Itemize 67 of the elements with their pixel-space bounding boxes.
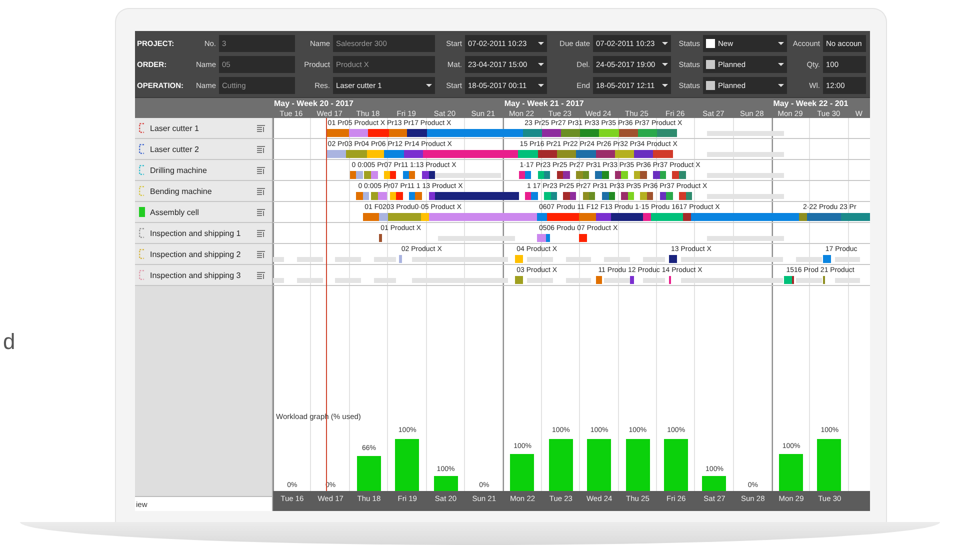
task-bar[interactable] [589,192,596,200]
task-bar[interactable] [378,234,382,242]
caret-icon [538,62,544,66]
caret-icon [778,84,784,86]
caret-icon [662,62,668,66]
task-bar[interactable] [784,276,792,284]
resource-name: Bending machine [150,186,213,196]
resource-row[interactable]: Assembly cell [135,202,272,223]
task-bar[interactable] [538,150,557,158]
resource-row[interactable]: Inspection and shipping 3 [135,265,272,286]
task-bar[interactable] [640,171,648,179]
task-bar[interactable] [326,129,349,137]
task-bar[interactable] [609,192,616,200]
resource-name: Inspection and shipping 1 [150,228,242,238]
resource-name: Laser cutter 2 [150,144,200,154]
list-icon[interactable] [257,166,265,174]
task-bar[interactable] [596,150,616,158]
task-bar[interactable] [678,192,686,200]
caret-icon [662,42,668,44]
task-bar[interactable] [823,255,832,263]
task-bar[interactable] [422,171,429,179]
task-bar[interactable] [618,129,638,137]
week-label: May - Week 20 - 2017 [274,99,354,108]
caret-icon [778,42,784,44]
caret-icon [538,42,544,44]
list-icon[interactable] [257,188,265,194]
resource-row[interactable]: Inspection and shipping 1 [135,223,272,244]
task-bar[interactable] [562,192,570,200]
task-bar[interactable] [621,192,628,200]
resource-name: Laser cutter 1 [150,124,200,132]
task-bar[interactable] [634,171,640,179]
caret-icon [662,84,668,86]
resource-row[interactable]: Laser cutter 2 [135,139,272,160]
task-bar[interactable] [390,192,396,200]
list-icon[interactable] [257,208,265,216]
unavailable-block [273,257,284,262]
edge-text: d [3,329,16,354]
task-bar[interactable] [538,171,544,179]
resource-row[interactable]: Laser cutter 1 [135,118,272,139]
resource-name: Inspection and shipping 3 [150,270,242,280]
resource-row[interactable]: Drilling machine [135,160,272,181]
list-icon[interactable] [257,250,265,258]
caret-icon [426,84,432,86]
task-bar[interactable] [389,129,408,137]
caret-icon [538,84,544,86]
task-bar[interactable] [409,171,416,179]
resource-name: Inspection and shipping 2 [150,250,242,258]
task-bar[interactable] [326,150,346,158]
week-label: May - Week 22 - 201 [773,99,848,108]
list-icon[interactable] [257,230,265,236]
list-icon[interactable] [257,272,265,278]
task-bar[interactable] [634,150,653,158]
resource-row[interactable]: Bending machine [135,181,272,202]
task-bar[interactable] [602,192,609,200]
resource-name: Assembly cell [150,208,200,216]
resource-row[interactable]: Inspection and shipping 2 [135,244,272,265]
task-bar[interactable] [402,171,409,179]
list-icon[interactable] [257,146,265,152]
week-label: May - Week 21 - 2017 [504,99,584,108]
task-bar[interactable] [578,234,588,242]
task-bar[interactable] [582,192,589,200]
caret-icon [778,62,784,66]
task-bar[interactable] [362,213,379,221]
task-bar[interactable] [630,276,634,284]
unavailable-block [273,278,284,283]
list-icon[interactable] [257,124,265,132]
resource-name: Drilling machine [150,166,208,174]
